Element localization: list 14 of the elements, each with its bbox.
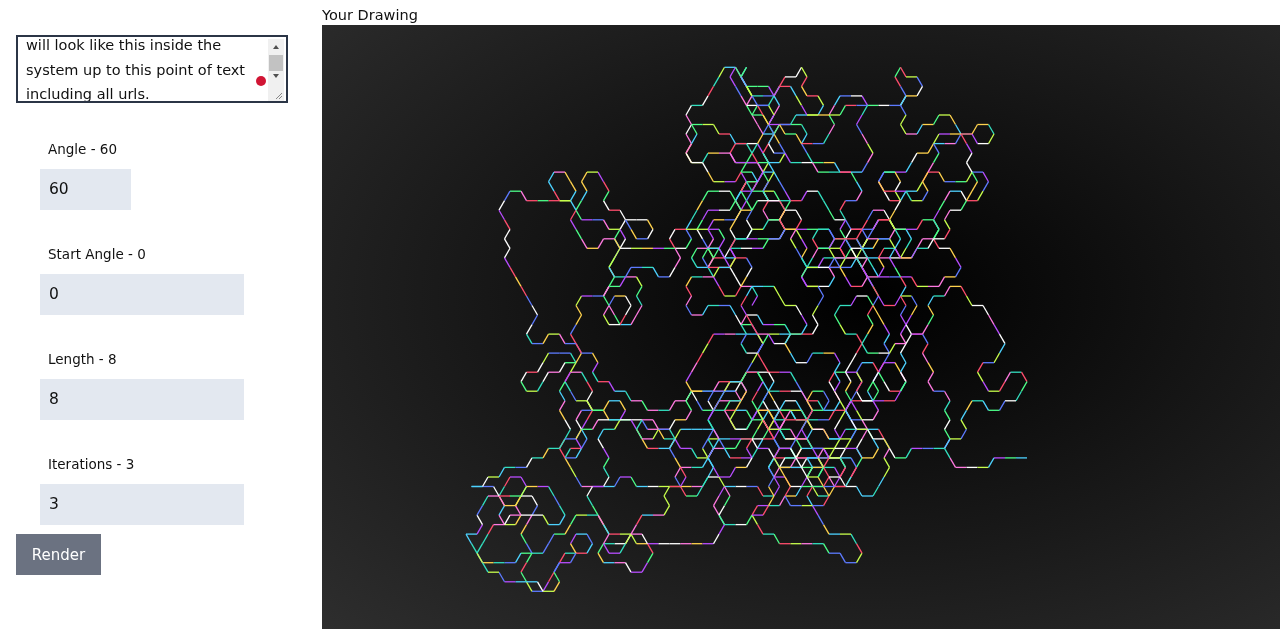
number-field[interactable]: 0 <box>40 274 244 315</box>
drawing-title: Your Drawing <box>322 6 419 25</box>
field-label: Angle - 60 <box>48 140 118 159</box>
field-label: Start Angle - 0 <box>48 245 146 264</box>
number-field[interactable]: 60 <box>40 169 131 210</box>
scrollbar-icon[interactable] <box>268 39 284 101</box>
text-line: system up to this point of text <box>26 60 246 80</box>
field-label: Length - 8 <box>48 350 117 369</box>
field-label: Iterations - 3 <box>48 455 135 474</box>
number-field[interactable]: 8 <box>40 379 244 420</box>
number-field[interactable]: 3 <box>40 484 244 525</box>
grammar-dot-icon[interactable] <box>256 76 266 86</box>
text-line: will look like this inside the <box>26 37 222 55</box>
render-button[interactable]: Render <box>16 534 101 575</box>
